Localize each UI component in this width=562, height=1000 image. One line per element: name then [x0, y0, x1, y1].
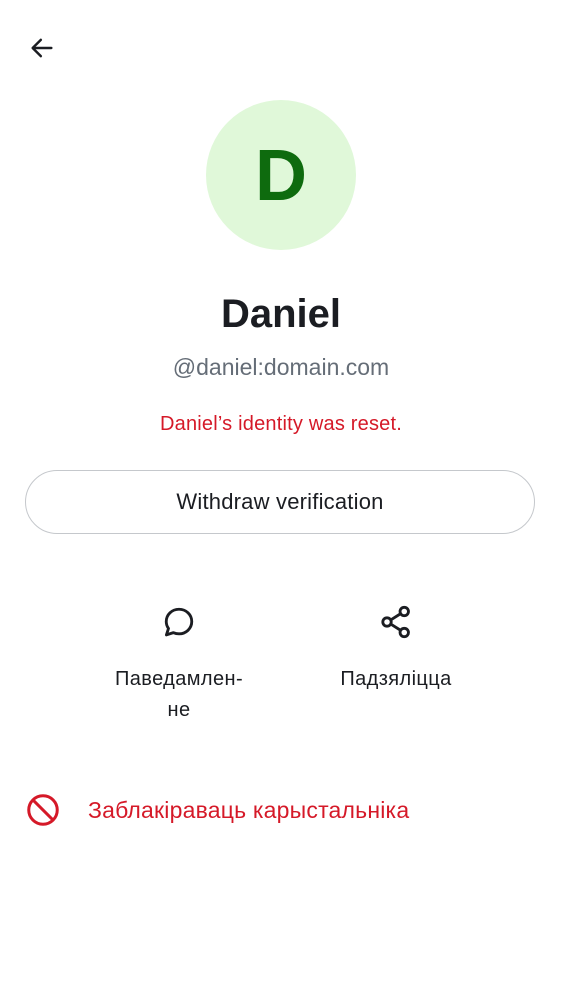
- identity-reset-warning: Daniel’s identity was reset.: [159, 413, 402, 435]
- back-button[interactable]: [22, 30, 62, 70]
- avatar: D: [206, 100, 356, 250]
- chat-bubble-icon: [157, 600, 201, 644]
- withdraw-verification-button[interactable]: Withdraw verification: [25, 470, 535, 534]
- display-name: Daniel: [220, 292, 342, 336]
- block-user-button[interactable]: Заблакіраваць карыстальніка: [22, 784, 542, 836]
- block-user-label: Заблакіраваць карыстальніка: [88, 796, 410, 823]
- message-action-label: Паведамлен- не: [114, 668, 244, 721]
- withdraw-verification-label: Withdraw verification: [176, 489, 384, 514]
- arrow-left-icon: [28, 34, 56, 67]
- message-action-button[interactable]: Паведамлен- не: [89, 600, 269, 726]
- share-action-label: Падзяліцца: [340, 668, 452, 690]
- share-action-button[interactable]: Падзяліцца: [306, 600, 486, 695]
- block-icon: [22, 789, 64, 831]
- share-icon: [374, 600, 418, 644]
- avatar-initial: D: [255, 136, 307, 216]
- user-id: @daniel:domain.com: [172, 354, 390, 380]
